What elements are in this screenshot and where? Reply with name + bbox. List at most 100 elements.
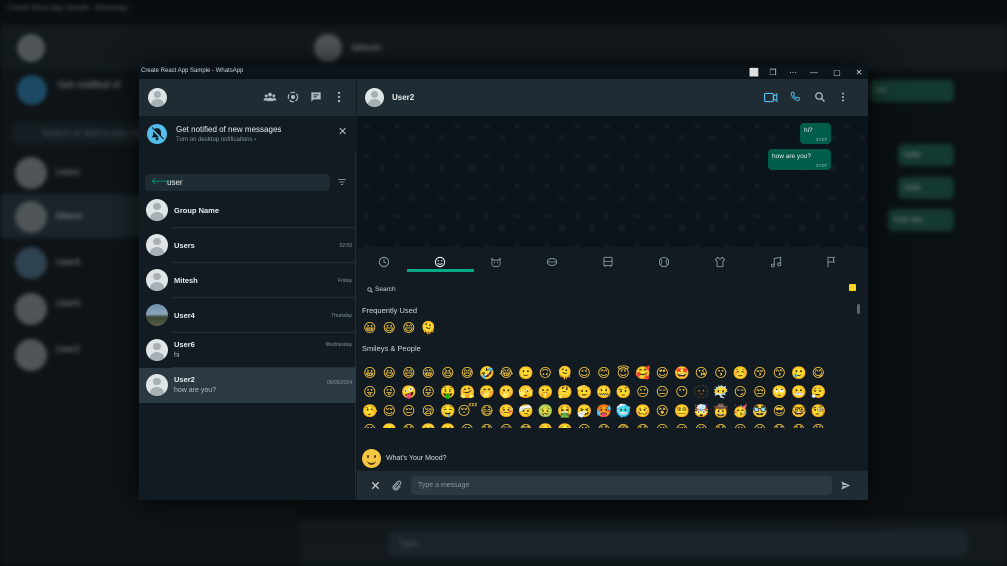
voice-call-icon[interactable] bbox=[789, 91, 801, 103]
emoji[interactable]: 🥲 bbox=[789, 364, 809, 382]
emoji[interactable]: 😑 bbox=[653, 383, 673, 401]
emoji[interactable]: 😬 bbox=[789, 383, 809, 401]
emoji[interactable]: 🤯 bbox=[692, 402, 712, 420]
notification-banner[interactable]: Get notified of new messages Turn on des… bbox=[139, 116, 356, 151]
emoji[interactable]: 😭 bbox=[692, 421, 712, 428]
emoji[interactable]: 😣 bbox=[750, 421, 770, 428]
emoji[interactable]: 😶‍🌫️ bbox=[711, 383, 731, 401]
emoji[interactable]: 😎 bbox=[770, 402, 790, 420]
emoji[interactable]: 🤩 bbox=[672, 364, 692, 382]
emoji[interactable]: 🫥 bbox=[692, 383, 712, 401]
emoji[interactable]: 😵 bbox=[653, 402, 673, 420]
emoji[interactable]: 🤮 bbox=[555, 402, 575, 420]
emoji[interactable]: 🤓 bbox=[789, 402, 809, 420]
emoji[interactable]: 😔 bbox=[399, 402, 419, 420]
emoji[interactable]: 😪 bbox=[419, 402, 439, 420]
menu-icon[interactable] bbox=[332, 90, 346, 104]
emoji[interactable]: 😙 bbox=[770, 364, 790, 382]
emoji[interactable]: 😍 bbox=[653, 364, 673, 382]
emoji[interactable]: 😝 bbox=[419, 383, 439, 401]
communities-icon[interactable] bbox=[263, 90, 277, 104]
maximize-button[interactable]: ▢ bbox=[828, 67, 846, 78]
conversation-header[interactable]: User2 bbox=[357, 79, 868, 116]
emoji[interactable]: 😂 bbox=[497, 364, 517, 382]
emoji[interactable]: 🫤 bbox=[380, 421, 400, 428]
emoji[interactable]: 😌 bbox=[380, 402, 400, 420]
emoji[interactable]: 🥶 bbox=[614, 402, 634, 420]
mood-bar[interactable]: What's Your Mood? bbox=[357, 447, 868, 471]
emoji-scrollbar[interactable] bbox=[857, 304, 860, 314]
emoji[interactable]: 🥸 bbox=[750, 402, 770, 420]
emoji[interactable]: 🙂 bbox=[516, 364, 536, 382]
skin-tone-selector[interactable] bbox=[849, 284, 856, 291]
emoji[interactable]: 😮‍💨 bbox=[809, 383, 829, 401]
emoji[interactable]: 😳 bbox=[516, 421, 536, 428]
smileys-icon[interactable] bbox=[433, 255, 447, 269]
emoji[interactable]: 😨 bbox=[614, 421, 634, 428]
emoji[interactable]: 🙄 bbox=[770, 383, 790, 401]
emoji[interactable]: 🤫 bbox=[536, 383, 556, 401]
emoji[interactable]: 🫢 bbox=[497, 383, 517, 401]
emoji[interactable]: 🤒 bbox=[497, 402, 517, 420]
emoji[interactable]: 🤨 bbox=[614, 383, 634, 401]
emoji[interactable]: 😉 bbox=[575, 364, 595, 382]
emoji[interactable]: 🥺 bbox=[536, 421, 556, 428]
emoji[interactable]: 🥰 bbox=[633, 364, 653, 382]
emoji[interactable]: 🤧 bbox=[575, 402, 595, 420]
outgoing-message[interactable]: how are you? 17:07 bbox=[768, 149, 831, 170]
travel-icon[interactable] bbox=[601, 255, 615, 269]
chat-item-group-name[interactable]: Group Name bbox=[139, 193, 356, 228]
emoji[interactable]: 🥵 bbox=[594, 402, 614, 420]
contact-avatar[interactable] bbox=[365, 88, 384, 107]
symbols-icon[interactable] bbox=[769, 255, 783, 269]
emoji[interactable]: 😜 bbox=[380, 383, 400, 401]
emoji[interactable]: 😦 bbox=[575, 421, 595, 428]
emoji[interactable]: 😛 bbox=[360, 383, 380, 401]
emoji[interactable]: 🤭 bbox=[477, 383, 497, 401]
emoji[interactable]: 😩 bbox=[809, 421, 829, 428]
emoji[interactable]: 🫡 bbox=[575, 383, 595, 401]
emoji[interactable]: 🤗 bbox=[458, 383, 478, 401]
emoji[interactable]: 😥 bbox=[653, 421, 673, 428]
emoji[interactable]: 😢 bbox=[672, 421, 692, 428]
minimize-button[interactable]: — bbox=[805, 67, 823, 78]
chat-item-user2[interactable]: User2 09/05/2024 how are you? bbox=[139, 368, 356, 403]
close-icon[interactable]: ✕ bbox=[338, 127, 347, 138]
emoji[interactable]: 🙃 bbox=[536, 364, 556, 382]
filter-icon[interactable] bbox=[337, 177, 347, 187]
window-more-icon[interactable]: ⋯ bbox=[784, 67, 802, 78]
emoji[interactable]: 😅 bbox=[458, 364, 478, 382]
emoji[interactable]: 😁 bbox=[419, 364, 439, 382]
video-call-icon[interactable] bbox=[764, 92, 778, 103]
search-input[interactable]: user bbox=[167, 178, 183, 187]
emoji[interactable]: 🤠 bbox=[711, 402, 731, 420]
status-icon[interactable] bbox=[286, 90, 300, 104]
emoji[interactable]: 🫠 bbox=[555, 364, 575, 382]
emoji[interactable]: 😱 bbox=[711, 421, 731, 428]
emoji[interactable]: 🤐 bbox=[594, 383, 614, 401]
emoji[interactable]: 🤤 bbox=[438, 402, 458, 420]
emoji[interactable]: ☺️ bbox=[731, 364, 751, 382]
emoji[interactable]: 😖 bbox=[731, 421, 751, 428]
camera-mode-icon[interactable]: ⬜ bbox=[745, 67, 763, 78]
emoji[interactable]: 😋 bbox=[809, 364, 829, 382]
compact-overlay-icon[interactable]: ❒ bbox=[764, 67, 782, 78]
emoji[interactable]: 😟 bbox=[399, 421, 419, 428]
emoji[interactable]: 🤪 bbox=[399, 383, 419, 401]
message-input[interactable]: Type a message bbox=[411, 476, 832, 495]
smiley-icon[interactable] bbox=[362, 449, 381, 468]
emoji[interactable]: 😕 bbox=[360, 421, 380, 428]
profile-avatar[interactable] bbox=[148, 88, 167, 107]
emoji[interactable]: 😒 bbox=[750, 383, 770, 401]
emoji[interactable]: 😊 bbox=[594, 364, 614, 382]
close-window-button[interactable]: ✕ bbox=[850, 67, 868, 78]
chat-item-users[interactable]: Users 02:00 bbox=[139, 228, 356, 263]
emoji[interactable]: 🤕 bbox=[516, 402, 536, 420]
emoji[interactable]: 🫠 bbox=[419, 319, 439, 337]
emoji[interactable]: 😏 bbox=[731, 383, 751, 401]
emoji[interactable]: 🤢 bbox=[536, 402, 556, 420]
chat-item-user6[interactable]: User6 Wednesday hi bbox=[139, 333, 356, 368]
emoji[interactable]: 😚 bbox=[750, 364, 770, 382]
emoji[interactable]: 😷 bbox=[477, 402, 497, 420]
emoji[interactable]: 😀 bbox=[360, 364, 380, 382]
